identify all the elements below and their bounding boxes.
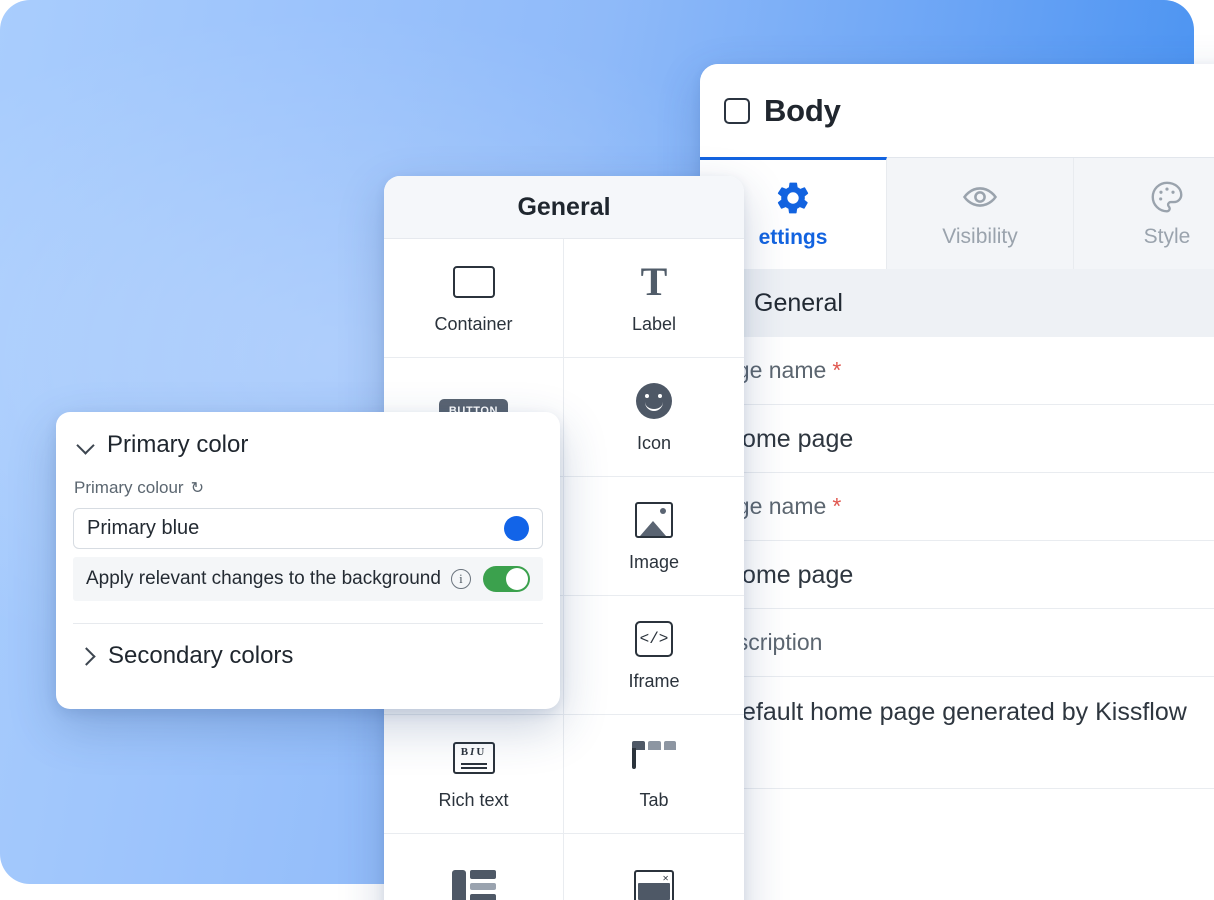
color-swatch[interactable] xyxy=(504,516,529,541)
chevron-right-icon xyxy=(78,648,94,664)
rich-text-icon: BIU xyxy=(452,738,495,778)
page-title: Body xyxy=(764,92,841,128)
general-panel-title: General xyxy=(517,192,611,221)
primary-colour-label: Primary colour xyxy=(74,478,184,497)
widget-icon-label: Icon xyxy=(636,432,672,453)
primary-colour-select[interactable]: Primary blue xyxy=(73,508,543,549)
gear-icon xyxy=(774,179,812,217)
widget-container-label: Container xyxy=(434,313,513,334)
info-icon[interactable]: i xyxy=(450,569,471,589)
required-asterisk: * xyxy=(832,493,842,519)
apply-background-label: Apply relevant changes to the background xyxy=(86,568,441,589)
secondary-colors-section[interactable]: Secondary colors xyxy=(56,624,560,688)
toggle-knob xyxy=(506,568,528,590)
description-field[interactable]: Default home page generated by Kissflow xyxy=(700,677,1214,789)
image-icon xyxy=(635,500,673,540)
container-icon xyxy=(452,262,495,302)
general-panel-header: General xyxy=(384,176,744,239)
field-label-row: age name * xyxy=(700,473,1214,541)
body-panel-content: General age name * Home page age name * … xyxy=(700,269,1214,789)
chevron-down-icon xyxy=(78,437,94,453)
tab-visibility-label: Visibility xyxy=(942,225,1018,248)
general-section-header[interactable]: General xyxy=(700,269,1214,337)
page-name-field-2[interactable]: Home page xyxy=(700,541,1214,609)
primary-color-panel: Primary color Primary colour ↻ Primary b… xyxy=(56,412,560,709)
tab-settings-label: ettings xyxy=(758,226,828,249)
widget-iframe[interactable]: </> Iframe xyxy=(564,596,744,715)
widget-label[interactable]: T Label xyxy=(564,239,744,358)
tab-visibility[interactable]: Visibility xyxy=(887,158,1074,269)
smiley-icon xyxy=(636,381,672,421)
apply-background-row: Apply relevant changes to the background… xyxy=(73,557,543,601)
widget-image-label: Image xyxy=(628,551,680,572)
primary-color-header[interactable]: Primary color xyxy=(56,412,560,478)
code-iframe-icon: </> xyxy=(635,619,673,659)
field-label-row: escription xyxy=(700,609,1214,677)
reset-icon[interactable]: ↻ xyxy=(191,478,204,498)
widget-iframe-label: Iframe xyxy=(628,670,680,691)
list-layout-icon xyxy=(451,867,496,900)
general-section-title: General xyxy=(754,288,843,317)
tab-style[interactable]: Style xyxy=(1074,158,1214,269)
body-panel-header: Body xyxy=(700,64,1214,157)
primary-colour-field-label-row: Primary colour ↻ xyxy=(73,478,543,498)
widget-tab[interactable]: Tab xyxy=(564,715,744,834)
primary-color-body: Primary colour ↻ Primary blue Apply rele… xyxy=(56,478,560,624)
primary-colour-value: Primary blue xyxy=(87,517,200,539)
secondary-colors-label: Secondary colors xyxy=(108,642,294,669)
modal-window-icon: ✕ xyxy=(634,867,674,900)
widget-container[interactable]: Container xyxy=(384,239,564,358)
widget-image[interactable]: Image xyxy=(564,477,744,596)
eye-icon xyxy=(961,178,999,216)
apply-background-toggle[interactable] xyxy=(483,566,530,592)
widget-icon[interactable]: Icon xyxy=(564,358,744,477)
text-label-icon: T xyxy=(640,258,668,304)
field-label-row: age name * xyxy=(700,337,1214,405)
widget-modal-window[interactable]: ✕ xyxy=(564,834,744,900)
widget-rich-text[interactable]: BIU Rich text xyxy=(384,715,564,834)
palette-icon xyxy=(1148,178,1186,216)
screenshot-stage: Body ettings Visibility Style General ag… xyxy=(0,0,1214,900)
body-settings-panel: Body ettings Visibility Style General ag… xyxy=(700,64,1214,900)
required-asterisk: * xyxy=(832,357,842,383)
body-panel-tabs: ettings Visibility Style xyxy=(700,157,1214,269)
primary-color-title: Primary color xyxy=(107,431,249,458)
tab-style-label: Style xyxy=(1143,225,1191,248)
widget-label-label: Label xyxy=(631,313,677,334)
page-name-field[interactable]: Home page xyxy=(700,405,1214,473)
widget-list-layout[interactable] xyxy=(384,834,564,900)
widget-rich-text-label: Rich text xyxy=(438,789,509,810)
square-checkbox-icon[interactable] xyxy=(724,97,750,124)
description-value: Default home page generated by Kissflow xyxy=(724,698,1187,726)
tab-icon xyxy=(632,738,676,778)
widget-tab-label: Tab xyxy=(639,789,669,810)
